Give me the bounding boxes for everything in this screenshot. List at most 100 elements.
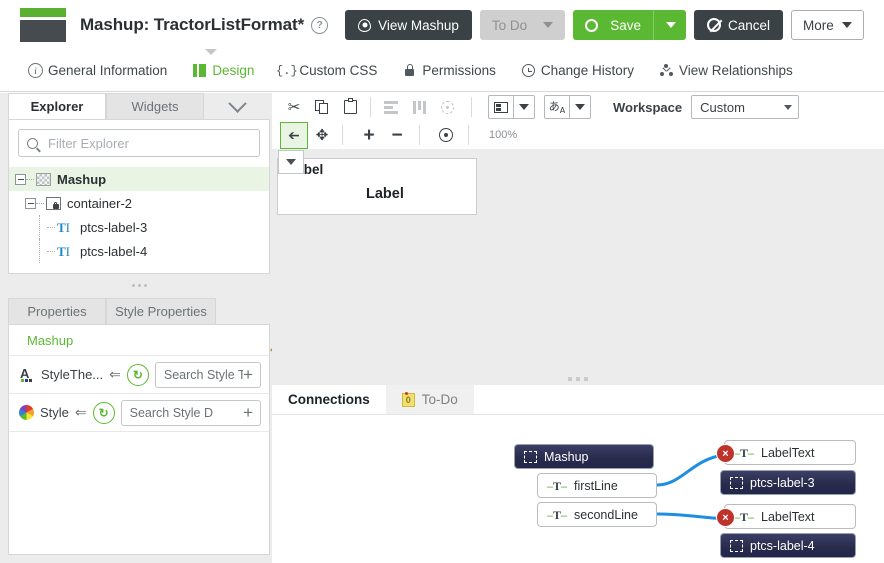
unsaved-marker: * (297, 15, 305, 34)
connections-graph[interactable]: Mashup –T– firstLine –T– secondLine –T– … (272, 414, 884, 563)
collapse-toggle-icon[interactable] (25, 197, 36, 209)
collapse-toggle-icon[interactable] (15, 173, 26, 185)
search-style-theme-input[interactable]: Search Style Th + (154, 361, 261, 388)
plus-icon: + (363, 124, 375, 146)
bind-arrow-icon[interactable]: ⇐ (75, 404, 87, 421)
tab-custom-css[interactable]: {.} Custom CSS (276, 63, 378, 78)
zoom-in-button[interactable]: + (355, 122, 383, 149)
chevron-down-icon[interactable] (514, 104, 534, 110)
layout-mode-button[interactable] (488, 95, 535, 119)
connection-node-label: LabelText (761, 445, 815, 460)
plus-icon[interactable]: + (243, 366, 255, 383)
tree-item-mashup[interactable]: Mashup (9, 167, 269, 191)
connection-node-label: firstLine (574, 478, 618, 493)
tab-widgets[interactable]: Widgets (106, 93, 204, 119)
view-mashup-label: View Mashup (378, 17, 459, 33)
tree-item-container-2[interactable]: container-2 (9, 191, 269, 215)
design-canvas[interactable]: Label Label (272, 149, 884, 372)
tree-item-ptcs-label-4[interactable]: TI ptcs-label-4 (9, 239, 269, 263)
refresh-icon[interactable]: ↻ (92, 401, 115, 424)
connection-error-badge[interactable]: × (716, 508, 735, 527)
cancel-button[interactable]: Cancel (693, 10, 784, 40)
connection-node-firstline[interactable]: –T– firstLine (537, 473, 657, 498)
search-style-definition-input[interactable]: Search Style D + (120, 399, 261, 426)
explorer-panel-tabs: Explorer Widgets (8, 93, 270, 119)
search-input-wrapper[interactable] (18, 129, 260, 157)
tab-general-information[interactable]: i General Information (28, 63, 167, 78)
refresh-icon[interactable]: ↻ (126, 363, 149, 386)
save-label: Save (610, 17, 641, 33)
tab-pointer (205, 49, 217, 55)
tab-connections[interactable]: Connections (272, 385, 386, 414)
tree-item-ptcs-label-3[interactable]: TI ptcs-label-3 (9, 215, 269, 239)
tab-permissions-label: Permissions (422, 63, 496, 78)
connection-error-badge[interactable]: × (716, 444, 735, 463)
property-icon: –T– (734, 445, 755, 460)
bind-arrow-icon[interactable]: ⇐ (109, 366, 121, 383)
connection-node-label: secondLine (574, 507, 638, 522)
thingworx-mashup-builder: Mashup: TractorListFormat* ? View Mashup… (0, 0, 884, 563)
connection-node-labeltext-1[interactable]: –T– LabelText (724, 440, 856, 465)
properties-tabs-filler (216, 298, 270, 324)
label-widget-2[interactable]: Label (366, 186, 404, 202)
workspace-select[interactable]: Custom (691, 95, 800, 119)
tab-change-history[interactable]: Change History (521, 63, 634, 78)
tab-general-information-label: General Information (48, 63, 168, 78)
mashup-icon (36, 172, 51, 186)
cursor-icon: ➔ (288, 126, 300, 143)
connection-node-mashup[interactable]: Mashup (514, 444, 654, 469)
connection-node-labeltext-2[interactable]: –T– LabelText (724, 504, 856, 529)
widget-context-menu-button[interactable] (278, 150, 304, 174)
todo-button[interactable]: To Do (479, 10, 566, 40)
tab-todo[interactable]: 0 To-Do (385, 385, 474, 414)
zoom-level: 100% (489, 129, 518, 141)
color-wheel-icon (19, 405, 34, 420)
tab-custom-css-label: Custom CSS (299, 63, 378, 78)
paste-button[interactable] (336, 94, 364, 121)
tab-style-properties[interactable]: Style Properties (106, 298, 216, 324)
connection-node-ptcs-label-4[interactable]: ptcs-label-4 (720, 533, 856, 558)
more-button[interactable]: More (791, 10, 864, 40)
container-2-widget[interactable]: Label Label (277, 158, 477, 215)
tab-design[interactable]: Design (192, 63, 254, 78)
cut-button[interactable]: ✂ (280, 94, 308, 121)
tab-view-relationships-label: View Relationships (678, 63, 793, 78)
language-button[interactable]: あA (544, 95, 591, 119)
align-center-button (433, 94, 461, 121)
tab-permissions[interactable]: Permissions (402, 63, 496, 78)
widget-icon (524, 450, 537, 463)
copy-button[interactable] (308, 94, 336, 121)
pan-tool[interactable]: ✥ (308, 122, 336, 149)
tab-design-label: Design (212, 63, 255, 78)
tree-item-label: Mashup (57, 171, 107, 187)
zoom-out-button[interactable]: − (383, 122, 411, 149)
property-name: StyleThe... (41, 367, 104, 382)
connection-node-ptcs-label-3[interactable]: ptcs-label-3 (720, 470, 856, 495)
collapse-explorer-button[interactable] (204, 93, 270, 119)
circle-icon (585, 18, 599, 32)
tab-view-relationships[interactable]: View Relationships (659, 63, 793, 78)
chevron-down-icon[interactable] (665, 22, 676, 28)
connection-node-secondline[interactable]: –T– secondLine (537, 502, 657, 527)
cancel-label: Cancel (727, 17, 771, 33)
fit-to-screen-button[interactable] (432, 122, 460, 149)
help-icon[interactable]: ? (311, 16, 329, 34)
caret-down-icon (286, 159, 296, 165)
filter-explorer-input[interactable] (46, 134, 251, 152)
explorer-properties-splitter[interactable] (8, 279, 270, 291)
plus-icon[interactable]: + (243, 404, 255, 421)
page-title: Mashup: TractorListFormat* (80, 15, 304, 35)
label-widget-icon: TI (57, 219, 71, 235)
property-icon: –T– (547, 507, 568, 522)
connection-node-label: LabelText (761, 509, 815, 524)
property-row-style-theme: A StyleThe... ⇐ ↻ Search Style Th + (9, 356, 269, 394)
tab-properties[interactable]: Properties (8, 298, 106, 324)
select-tool[interactable]: ➔ (280, 121, 308, 149)
connections-splitter[interactable] (272, 372, 884, 385)
save-button[interactable]: Save (573, 10, 686, 40)
view-mashup-button[interactable]: View Mashup (345, 10, 472, 40)
lock-icon (402, 63, 417, 78)
tab-explorer[interactable]: Explorer (8, 93, 106, 119)
explorer-tree: Mashup container-2 TI ptcs-label-3 TI pt… (9, 165, 269, 263)
chevron-down-icon[interactable] (570, 104, 590, 110)
